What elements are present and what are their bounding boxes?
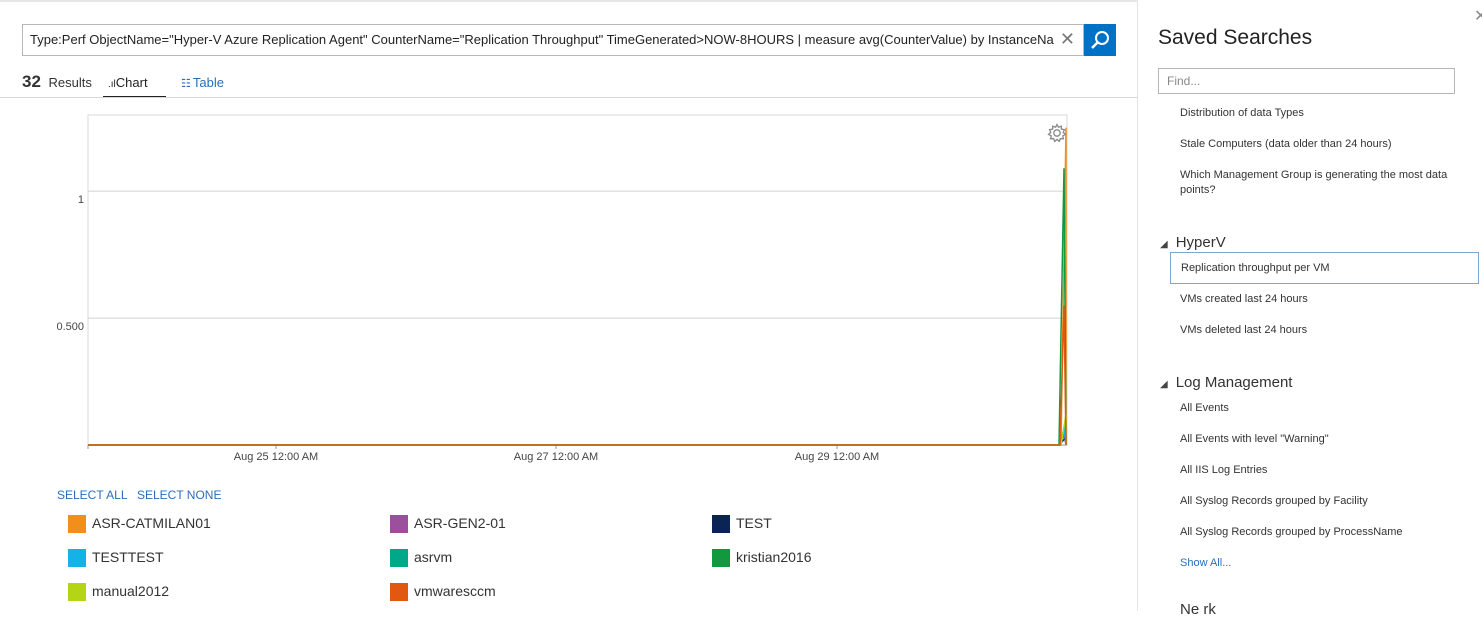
results-count: 32 bbox=[22, 72, 41, 91]
saved-search-item[interactable]: All Events bbox=[1180, 401, 1460, 416]
series-line bbox=[88, 432, 1067, 446]
legend-swatch bbox=[68, 583, 86, 601]
saved-searches-title: Saved Searches bbox=[1158, 26, 1313, 49]
legend-label: ASR-GEN2-01 bbox=[414, 515, 506, 531]
tab-chart-label: Chart bbox=[115, 75, 148, 90]
collapse-triangle-icon: ◢ bbox=[1160, 379, 1168, 390]
search-button[interactable] bbox=[1084, 24, 1116, 56]
main-panel: Type:Perf ObjectName="Hyper-V Azure Repl… bbox=[0, 0, 1138, 611]
legend-swatch bbox=[390, 549, 408, 567]
saved-search-item-selected[interactable]: Replication throughput per VM bbox=[1170, 252, 1479, 284]
y-tick-label: 1 bbox=[78, 194, 84, 206]
x-tick-label: Aug 29 12:00 AM bbox=[795, 451, 879, 463]
plot-frame bbox=[87, 114, 1068, 446]
legend-label: kristian2016 bbox=[736, 549, 812, 565]
legend-label: manual2012 bbox=[92, 583, 170, 599]
group-header-log-management[interactable]: ◢ Log Management bbox=[1160, 374, 1292, 391]
series-line bbox=[88, 435, 1067, 446]
group-label: HyperV bbox=[1175, 234, 1226, 251]
line-chart: 1 0.500 Aug 25 12:00 AM Aug 27 12:00 AM Aug … bbox=[56, 114, 1068, 463]
clear-query-icon[interactable]: ✕ bbox=[1060, 29, 1075, 50]
legend-label: asrvm bbox=[414, 549, 453, 565]
show-all-link[interactable]: Show All... bbox=[1180, 557, 1231, 569]
results-label: Results bbox=[48, 75, 92, 90]
top-divider bbox=[0, 0, 1138, 2]
select-none-link[interactable]: SELECT NONE bbox=[137, 488, 221, 502]
chart-tab-icon: .ıl bbox=[108, 79, 116, 90]
series-line bbox=[88, 127, 1067, 446]
select-all-link[interactable]: SELECT ALL bbox=[57, 488, 128, 502]
saved-search-item[interactable]: All IIS Log Entries bbox=[1180, 463, 1460, 478]
saved-search-item[interactable]: All Syslog Records grouped by ProcessNam… bbox=[1180, 525, 1460, 540]
series-line bbox=[88, 414, 1067, 446]
x-tick-label: Aug 27 12:00 AM bbox=[514, 451, 598, 463]
collapse-triangle-icon: ◢ bbox=[1160, 239, 1168, 250]
saved-search-item[interactable]: Which Management Group is generating the… bbox=[1180, 168, 1460, 198]
tab-chart[interactable]: .ılChart bbox=[103, 75, 166, 98]
legend-label: TESTTEST bbox=[92, 549, 164, 565]
saved-search-item[interactable]: VMs deleted last 24 hours bbox=[1180, 323, 1460, 338]
legend-swatch bbox=[390, 515, 408, 533]
saved-search-item[interactable]: All Events with level "Warning" bbox=[1180, 432, 1460, 447]
legend-swatch bbox=[68, 515, 86, 533]
series-line bbox=[88, 168, 1067, 446]
query-input[interactable]: Type:Perf ObjectName="Hyper-V Azure Repl… bbox=[22, 24, 1084, 56]
legend-swatch bbox=[712, 549, 730, 567]
query-text[interactable]: Type:Perf ObjectName="Hyper-V Azure Repl… bbox=[30, 32, 1055, 47]
group-label: Log Management bbox=[1175, 374, 1293, 391]
table-tab-icon: ☷ bbox=[181, 78, 191, 90]
legend-swatch bbox=[68, 549, 86, 567]
x-tick-label: Aug 25 12:00 AM bbox=[234, 451, 318, 463]
legend-swatch bbox=[712, 515, 730, 533]
legend-label: ASR-CATMILAN01 bbox=[92, 515, 211, 531]
legend-swatch bbox=[390, 583, 408, 601]
series-line bbox=[88, 305, 1067, 446]
saved-search-item[interactable]: Distribution of data Types bbox=[1180, 106, 1460, 121]
results-summary: 32 Results bbox=[22, 72, 92, 92]
tab-divider bbox=[0, 97, 1138, 98]
series-line bbox=[88, 419, 1067, 446]
group-header-partial[interactable]: Ne rk bbox=[1180, 601, 1216, 618]
chart-area: 1 0.500 Aug 25 12:00 AM Aug 27 12:00 AM Aug … bbox=[0, 100, 1120, 470]
legend-label: vmwaresccm bbox=[414, 583, 496, 599]
y-tick-label: 0.500 bbox=[56, 321, 84, 333]
close-icon[interactable]: ✕ bbox=[1474, 6, 1482, 26]
saved-search-item[interactable]: Stale Computers (data older than 24 hour… bbox=[1180, 137, 1460, 152]
search-icon bbox=[1091, 31, 1109, 49]
saved-search-item[interactable]: All Syslog Records grouped by Facility bbox=[1180, 494, 1460, 509]
series-line bbox=[88, 427, 1067, 446]
tab-table[interactable]: ☷ Table bbox=[181, 75, 224, 98]
legend-label: TEST bbox=[736, 515, 772, 531]
gear-icon[interactable] bbox=[1046, 122, 1068, 144]
tab-table-label: Table bbox=[192, 75, 224, 90]
find-input[interactable] bbox=[1158, 68, 1455, 94]
group-header-hyperv[interactable]: ◢ HyperV bbox=[1160, 234, 1226, 251]
saved-search-item[interactable]: VMs created last 24 hours bbox=[1180, 292, 1460, 307]
